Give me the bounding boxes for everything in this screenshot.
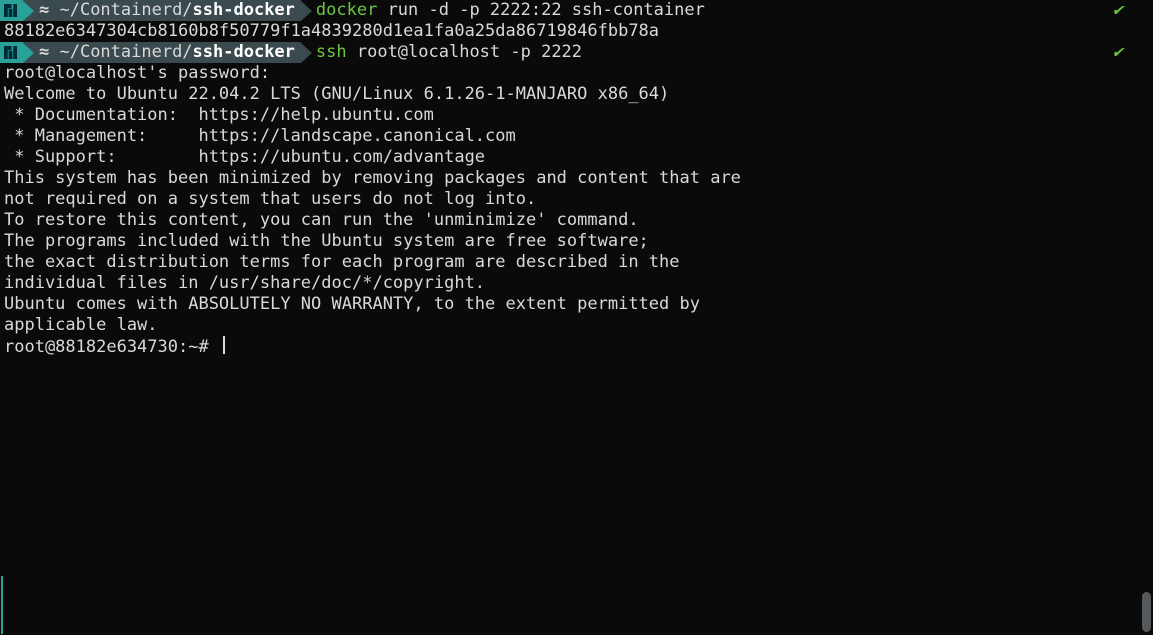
docker-output-container-id: 88182e6347304cb8160b8f50779f1a4839280d1e…	[0, 21, 1153, 42]
command-executable: docker	[316, 0, 377, 21]
command-args: run -d -p 2222:22 ssh-container	[377, 0, 705, 21]
path-segment: ≈ ~/Containerd/ssh-docker	[23, 42, 301, 63]
command-args: root@localhost -p 2222	[347, 42, 582, 63]
motd-unminimize: To restore this content, you can run the…	[0, 210, 1153, 231]
powerline-arrow-icon	[23, 43, 34, 63]
prompt-segment: ≈ ~/Containerd/ssh-docker	[0, 0, 312, 21]
left-accent-bar	[1, 576, 3, 634]
path-current-dir: ssh-docker	[193, 42, 295, 62]
success-check-icon: ✔	[1113, 0, 1123, 21]
path-prefix: ~/Containerd/	[59, 0, 192, 20]
motd-management: * Management: https://landscape.canonica…	[0, 126, 1153, 147]
motd-minimized-1: This system has been minimized by removi…	[0, 168, 1153, 189]
motd-freesoftware-2: the exact distribution terms for each pr…	[0, 252, 1153, 273]
motd-support: * Support: https://ubuntu.com/advantage	[0, 147, 1153, 168]
command-1: docker run -d -p 2222:22 ssh-container	[312, 0, 705, 21]
motd-freesoftware-3: individual files in /usr/share/doc/*/cop…	[0, 273, 1153, 294]
remote-prompt: root@88182e634730:~#	[4, 337, 219, 357]
powerline-arrow-icon	[301, 43, 312, 63]
path-current-dir: ssh-docker	[193, 0, 295, 20]
motd-freesoftware-1: The programs included with the Ubuntu sy…	[0, 231, 1153, 252]
command-2: ssh root@localhost -p 2222	[312, 42, 582, 63]
motd-minimized-2: not required on a system that users do n…	[0, 189, 1153, 210]
remote-prompt-line[interactable]: root@88182e634730:~#	[0, 336, 1153, 358]
prompt-segment: ≈ ~/Containerd/ssh-docker	[0, 42, 312, 63]
path-prefix: ~/Containerd/	[59, 42, 192, 62]
ssh-password-prompt: root@localhost's password:	[0, 63, 1153, 84]
motd-welcome: Welcome to Ubuntu 22.04.2 LTS (GNU/Linux…	[0, 84, 1153, 105]
success-check-icon: ✔	[1113, 42, 1123, 63]
scrollbar-thumb[interactable]	[1142, 592, 1151, 632]
prompt-line-1: ≈ ~/Containerd/ssh-docker docker run -d …	[0, 0, 1153, 21]
motd-warranty-1: Ubuntu comes with ABSOLUTELY NO WARRANTY…	[0, 294, 1153, 315]
path-segment: ≈ ~/Containerd/ssh-docker	[23, 0, 301, 21]
terminal[interactable]: ≈ ~/Containerd/ssh-docker docker run -d …	[0, 0, 1153, 358]
powerline-arrow-icon	[301, 1, 312, 21]
manjaro-icon	[0, 0, 23, 21]
motd-documentation: * Documentation: https://help.ubuntu.com	[0, 105, 1153, 126]
manjaro-icon	[0, 42, 23, 63]
prompt-line-2: ≈ ~/Containerd/ssh-docker ssh root@local…	[0, 42, 1153, 63]
cursor-icon	[223, 336, 225, 354]
motd-warranty-2: applicable law.	[0, 315, 1153, 336]
command-executable: ssh	[316, 42, 347, 63]
powerline-arrow-icon	[23, 1, 34, 21]
